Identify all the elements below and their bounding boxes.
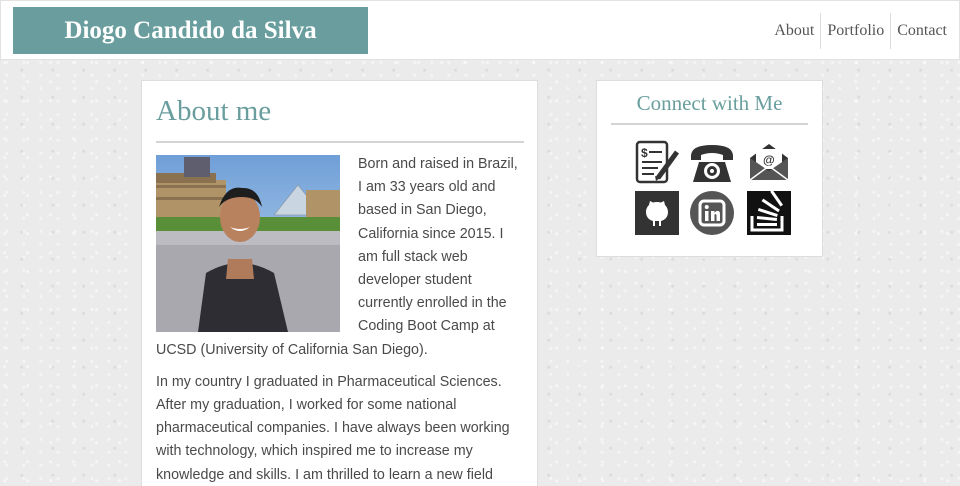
about-paragraph-2: In my country I graduated in Pharmaceuti… <box>156 373 510 483</box>
connect-divider <box>611 123 808 125</box>
nav-contact[interactable]: Contact <box>890 13 953 49</box>
phone-icon[interactable] <box>689 140 735 186</box>
email-icon[interactable]: @ <box>746 140 792 186</box>
nav-portfolio[interactable]: Portfolio <box>820 13 890 49</box>
about-title: About me <box>156 95 272 127</box>
about-card: About me Born and raised in Brazil, I am… <box>141 80 538 486</box>
resume-icon[interactable]: $ <box>634 140 680 186</box>
github-icon[interactable] <box>634 190 680 236</box>
stackoverflow-icon[interactable] <box>746 190 792 236</box>
about-body: Born and raised in Brazil, I am 33 years… <box>156 153 524 486</box>
about-divider <box>156 141 524 143</box>
svg-text:@: @ <box>763 153 775 167</box>
profile-photo <box>156 155 340 332</box>
brand-title[interactable]: Diogo Candido da Silva <box>13 7 368 54</box>
nav-about[interactable]: About <box>768 13 820 49</box>
site-header: Diogo Candido da Silva About Portfolio C… <box>0 0 960 60</box>
linkedin-icon[interactable] <box>689 190 735 236</box>
connect-card: Connect with Me $ @ <box>596 80 823 257</box>
main-nav: About Portfolio Contact <box>768 13 953 49</box>
connect-title: Connect with Me <box>636 91 783 115</box>
svg-text:$: $ <box>641 146 648 160</box>
